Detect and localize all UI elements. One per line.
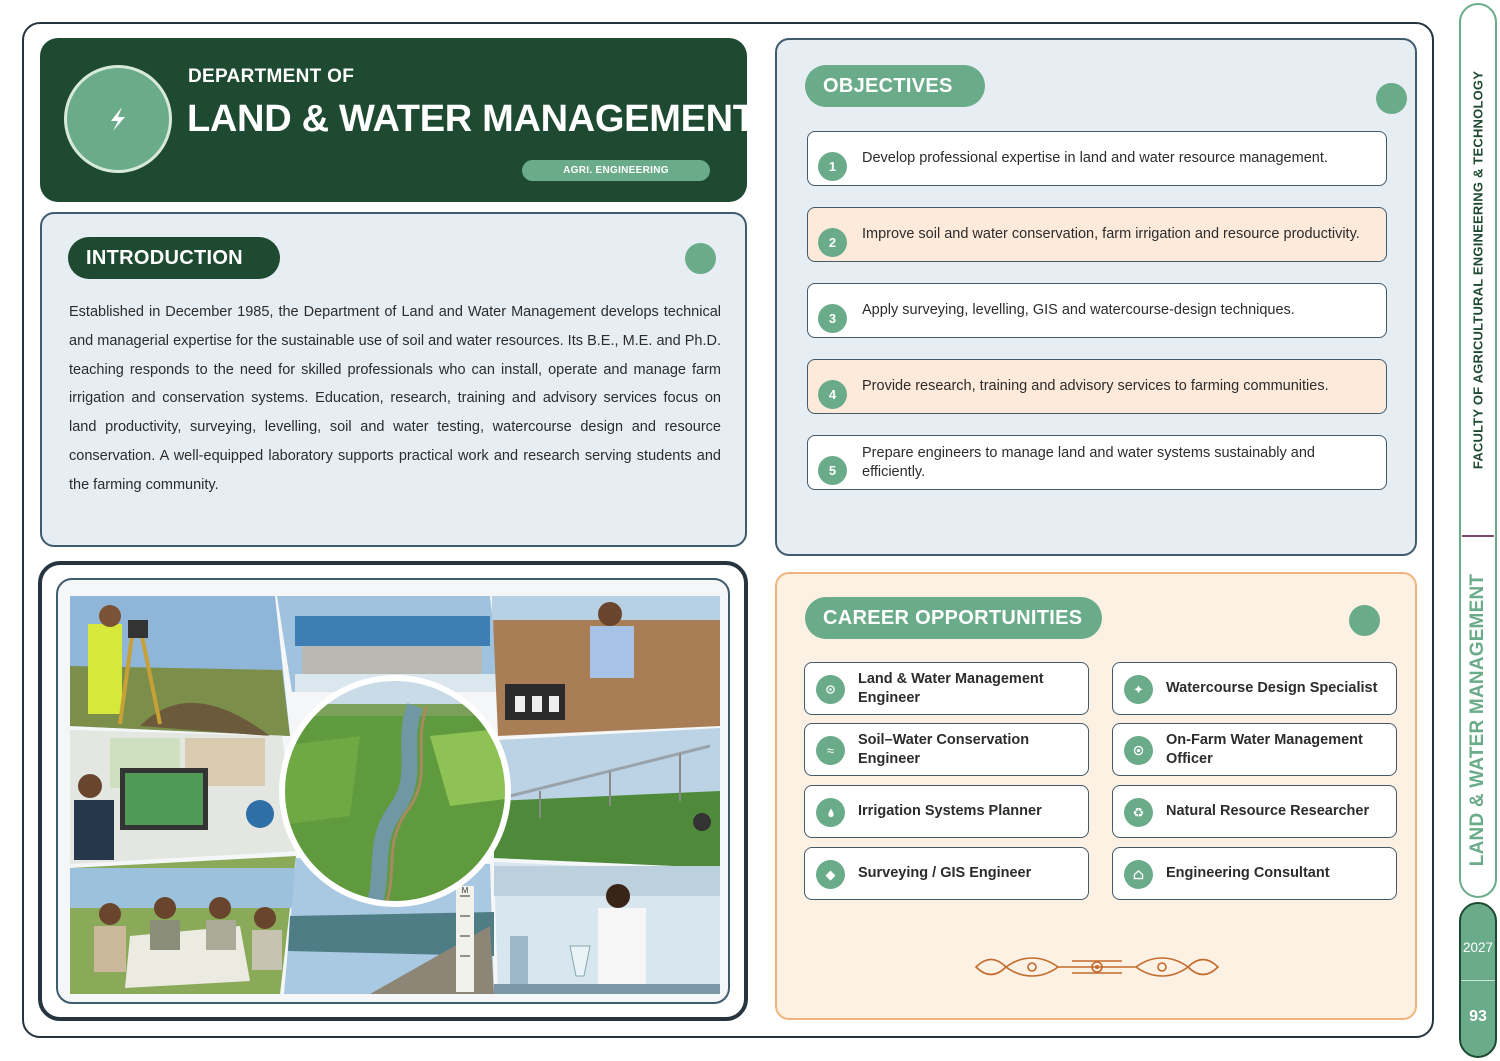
objective-item: 4 Provide research, training and advisor…	[807, 359, 1387, 414]
career-label: Soil–Water Conservation Engineer	[858, 731, 1030, 767]
career-item: Engineering Consultant	[1112, 847, 1397, 900]
page-number: 93	[1469, 1008, 1487, 1025]
objective-text: Provide research, training and advisory …	[862, 378, 1329, 394]
objectives-panel: OBJECTIVES 1 Develop professional expert…	[775, 38, 1417, 556]
photo-collage-frame: M	[38, 561, 748, 1021]
lightning-bolt-icon	[111, 107, 125, 131]
discipline-badge: AGRI. ENGINEERING	[522, 160, 710, 181]
department-logo	[64, 65, 172, 173]
career-label: Natural Resource Researcher	[1166, 803, 1370, 819]
career-item: Land & Water Management Engineer	[804, 662, 1089, 715]
career-item: ≈ Soil–Water Conservation Engineer	[804, 723, 1089, 776]
career-item: Irrigation Systems Planner	[804, 785, 1089, 838]
introduction-body: Established in December 1985, the Depart…	[69, 304, 721, 493]
decorative-dot	[685, 243, 716, 274]
objective-number: 1	[818, 152, 847, 181]
header-kicker: DEPARTMENT OF	[188, 66, 355, 87]
objective-item: 3 Apply surveying, levelling, GIS and wa…	[807, 283, 1387, 338]
career-item: ♻ Natural Resource Researcher	[1112, 785, 1397, 838]
water-drop-icon	[816, 798, 845, 827]
objective-text: Prepare engineers to manage land and wat…	[862, 444, 1315, 480]
photo-collage-inner: M	[56, 578, 730, 1004]
career-item: ◆ Surveying / GIS Engineer	[804, 847, 1089, 900]
photo-surveyor	[70, 596, 290, 736]
career-label: Land & Water Management Engineer	[858, 670, 1044, 706]
career-panel: CAREER OPPORTUNITIES Land & Water Manage…	[775, 572, 1417, 1020]
objective-item: 1 Develop professional expertise in land…	[807, 131, 1387, 186]
house-icon	[1124, 860, 1153, 889]
career-item: On-Farm Water Management Officer	[1112, 723, 1397, 776]
wave-icon: ≈	[816, 736, 845, 765]
objective-item: 2 Improve soil and water conservation, f…	[807, 207, 1387, 262]
photo-laboratory	[494, 862, 720, 994]
decorative-dot	[1349, 605, 1380, 636]
objective-number: 4	[818, 380, 847, 409]
objective-number: 3	[818, 304, 847, 333]
career-label: Surveying / GIS Engineer	[858, 865, 1032, 881]
target-icon	[1124, 736, 1153, 765]
career-item: ✦ Watercourse Design Specialist	[1112, 662, 1397, 715]
objective-text: Develop professional expertise in land a…	[862, 150, 1328, 166]
page-title: LAND & WATER MANAGEMENT	[187, 98, 747, 140]
objective-item: 5 Prepare engineers to manage land and w…	[807, 435, 1387, 490]
career-heading: CAREER OPPORTUNITIES	[805, 597, 1102, 639]
sidebar-department-label: LAND & WATER MANAGEMENT	[1467, 573, 1488, 867]
objective-number: 2	[818, 228, 847, 257]
introduction-panel: INTRODUCTION Established in December 198…	[40, 212, 747, 547]
sidebar-divider	[1462, 535, 1494, 537]
objective-text: Improve soil and water conservation, far…	[862, 226, 1360, 242]
objective-number: 5	[818, 456, 847, 485]
career-label: Watercourse Design Specialist	[1166, 680, 1378, 696]
career-label: Irrigation Systems Planner	[858, 803, 1042, 819]
photo-field-meeting	[70, 856, 296, 994]
career-label: On-Farm Water Management Officer	[1166, 731, 1363, 767]
diamond-icon: ◆	[816, 860, 845, 889]
photo-collage: M	[70, 596, 720, 994]
career-label: Engineering Consultant	[1166, 865, 1330, 881]
sidebar-footer: 2027 93	[1459, 902, 1497, 1058]
sidebar-year: 2027	[1462, 940, 1494, 955]
sidebar-faculty-label: FACULTY OF AGRICULTURAL ENGINEERING & TE…	[1470, 70, 1486, 470]
gear-icon	[816, 675, 845, 704]
gauge-label: M	[462, 886, 469, 895]
ornament-divider	[974, 957, 1220, 977]
photo-center-pivot	[494, 728, 720, 868]
sparkle-icon: ✦	[1124, 675, 1153, 704]
objectives-heading: OBJECTIVES	[805, 65, 985, 107]
sidebar-footer-divider	[1461, 980, 1495, 981]
department-header: DEPARTMENT OF LAND & WATER MANAGEMENT AG…	[40, 38, 747, 202]
recycle-icon: ♻	[1124, 798, 1153, 827]
photo-gis-office	[70, 730, 298, 864]
decorative-dot	[1376, 83, 1407, 114]
photo-soil-testing	[492, 596, 720, 736]
introduction-heading: INTRODUCTION	[68, 237, 280, 279]
objective-text: Apply surveying, levelling, GIS and wate…	[862, 302, 1295, 318]
